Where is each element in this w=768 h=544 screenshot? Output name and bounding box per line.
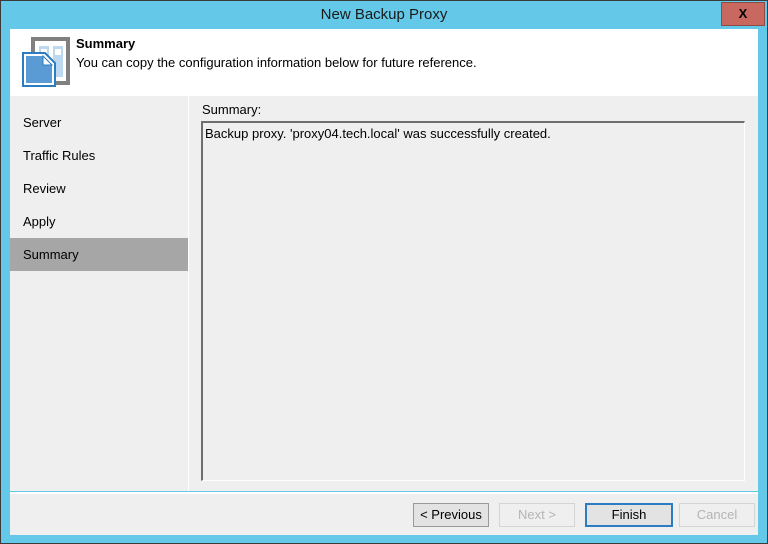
sidebar-item-label: Summary (23, 247, 79, 262)
new-backup-proxy-dialog: New Backup Proxy X Summary You can copy … (0, 0, 768, 544)
finish-button[interactable]: Finish (585, 503, 673, 527)
dialog-body: Server Traffic Rules Review Apply Summar… (10, 96, 758, 491)
sidebar-item-review[interactable]: Review (10, 172, 188, 205)
page-title: Summary (76, 36, 136, 51)
cancel-button: Cancel (679, 503, 755, 527)
backup-proxy-server-icon (19, 37, 73, 89)
summary-label: Summary: (202, 102, 262, 117)
summary-pane: Summary: Backup proxy. 'proxy04.tech.loc… (190, 96, 758, 491)
wizard-step-list: Server Traffic Rules Review Apply Summar… (10, 96, 189, 491)
dialog-header: Summary You can copy the configuration i… (10, 29, 758, 96)
sidebar-item-server[interactable]: Server (10, 106, 188, 139)
sidebar-item-traffic-rules[interactable]: Traffic Rules (10, 139, 188, 172)
sidebar-item-label: Server (23, 115, 62, 130)
window-title: New Backup Proxy (320, 6, 448, 23)
dialog-footer: < Previous Next > Finish Cancel (10, 492, 758, 535)
summary-text: Backup proxy. 'proxy04.tech.local' was s… (205, 126, 551, 141)
summary-textarea[interactable]: Backup proxy. 'proxy04.tech.local' was s… (201, 121, 745, 481)
sidebar-item-label: Apply (23, 214, 56, 229)
sidebar-item-apply[interactable]: Apply (10, 205, 188, 238)
sidebar-item-summary[interactable]: Summary (10, 238, 188, 271)
sidebar-item-label: Traffic Rules (23, 148, 96, 163)
next-button: Next > (499, 503, 575, 527)
close-icon[interactable]: X (721, 2, 765, 26)
previous-button[interactable]: < Previous (413, 503, 489, 527)
page-subtitle: You can copy the configuration informati… (76, 55, 477, 70)
title-bar: New Backup Proxy X (1, 1, 767, 28)
sidebar-item-label: Review (23, 181, 66, 196)
